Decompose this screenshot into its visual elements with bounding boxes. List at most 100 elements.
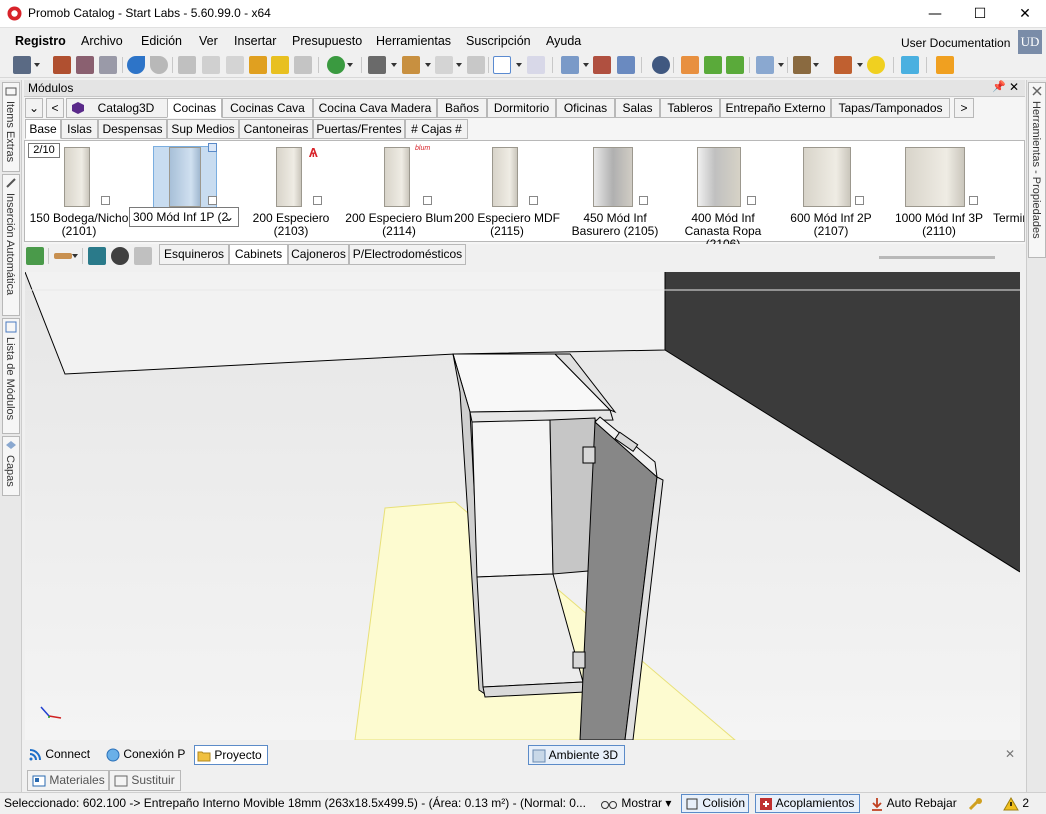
print-preview-icon[interactable] bbox=[76, 56, 94, 74]
tab-cocinas[interactable]: Cocinas bbox=[167, 98, 222, 118]
binoculars-icon[interactable] bbox=[111, 247, 129, 265]
select-cursor-icon[interactable] bbox=[493, 56, 511, 74]
hammer-icon[interactable] bbox=[249, 56, 267, 74]
menu-ayuda[interactable]: Ayuda bbox=[546, 34, 581, 48]
section-p-electrodomesticos[interactable]: P/Electrodomésticos bbox=[349, 244, 466, 265]
paste-icon[interactable] bbox=[226, 56, 244, 74]
save-icon[interactable] bbox=[13, 56, 31, 74]
shape-icon[interactable] bbox=[435, 56, 453, 74]
print-icon[interactable] bbox=[53, 56, 71, 74]
module-item-2101[interactable]: 150 Bodega/Nicho (2101) bbox=[25, 141, 133, 241]
section-cabinets[interactable]: Cabinets bbox=[229, 244, 288, 265]
minimize-button[interactable]: — bbox=[912, 0, 958, 28]
wall-icon[interactable] bbox=[402, 56, 420, 74]
copy-icon[interactable] bbox=[202, 56, 220, 74]
subtab-cajas[interactable]: # Cajas # bbox=[405, 119, 468, 139]
menu-registro[interactable]: Registro bbox=[15, 34, 66, 48]
tab-cocina-cava-madera[interactable]: Cocina Cava Madera bbox=[313, 98, 437, 118]
module-item-partial[interactable]: Termin bbox=[993, 141, 1024, 241]
module-rename-field[interactable]: 300 Mód Inf 1P (2 ⌄ bbox=[129, 207, 239, 227]
ruler-icon[interactable] bbox=[54, 253, 72, 259]
mostrar-button[interactable]: Mostrar ▾ bbox=[600, 796, 671, 810]
menu-archivo[interactable]: Archivo bbox=[81, 34, 123, 48]
undo-icon[interactable] bbox=[127, 56, 145, 74]
colision-toggle[interactable]: Colisión bbox=[681, 794, 749, 813]
section-esquineros[interactable]: Esquineros bbox=[159, 244, 229, 265]
module-item-2115[interactable]: 200 Especiero MDF (2115) bbox=[453, 141, 561, 241]
section-green-icon[interactable] bbox=[26, 247, 44, 265]
cut-icon[interactable] bbox=[178, 56, 196, 74]
tab-herramientas-propiedades[interactable]: Herramientas - Propiedades bbox=[1028, 82, 1046, 258]
sustituir-tab[interactable]: Sustituir bbox=[109, 770, 181, 791]
user-documentation-link[interactable]: User Documentation bbox=[901, 36, 1010, 50]
people-icon[interactable] bbox=[134, 247, 152, 265]
menu-ver[interactable]: Ver bbox=[199, 34, 218, 48]
tab-cocinas-cava[interactable]: Cocinas Cava bbox=[222, 98, 313, 118]
tab-oficinas[interactable]: Oficinas bbox=[556, 98, 615, 118]
arrow-left-icon[interactable] bbox=[704, 56, 722, 74]
module-item-2114[interactable]: blum 200 Especiero Blum (2114) bbox=[345, 141, 453, 241]
block-icon[interactable] bbox=[467, 56, 485, 74]
close-modules-button[interactable]: ✕ bbox=[1009, 80, 1019, 94]
module-item-2107[interactable]: 600 Mód Inf 2P (2107) bbox=[777, 141, 885, 241]
group-icon[interactable] bbox=[681, 56, 699, 74]
menu-presupuesto[interactable]: Presupuesto bbox=[292, 34, 362, 48]
warnings-indicator[interactable]: 2 bbox=[1003, 796, 1029, 811]
proyecto-tab[interactable]: Proyecto bbox=[194, 745, 268, 765]
materiales-tab[interactable]: Materiales bbox=[27, 770, 109, 791]
import-icon[interactable] bbox=[88, 247, 106, 265]
subtab-despensas[interactable]: Despensas bbox=[98, 119, 167, 139]
tab-items-extras[interactable]: Items Extras bbox=[2, 82, 20, 172]
subtab-base[interactable]: Base bbox=[25, 119, 61, 139]
tab-tableros[interactable]: Tableros bbox=[660, 98, 720, 118]
layers-icon[interactable] bbox=[561, 56, 579, 74]
menu-herramientas[interactable]: Herramientas bbox=[376, 34, 451, 48]
pin-icon[interactable]: 📌 bbox=[992, 80, 1006, 93]
chat-icon[interactable] bbox=[901, 56, 919, 74]
tab-dormitorio[interactable]: Dormitorio bbox=[487, 98, 556, 118]
auto-rebajar-button[interactable]: Auto Rebajar bbox=[870, 796, 957, 811]
wrench-icon[interactable] bbox=[968, 796, 984, 811]
tab-tapas-tamponados[interactable]: Tapas/Tamponados bbox=[831, 98, 950, 118]
tab-salas[interactable]: Salas bbox=[615, 98, 660, 118]
layout-icon[interactable] bbox=[368, 56, 386, 74]
conexion-tab[interactable]: Conexión P bbox=[106, 745, 185, 765]
catalog-nav-right-button[interactable]: > bbox=[954, 98, 974, 118]
redo-icon[interactable] bbox=[150, 56, 168, 74]
tab-entrepano-externo[interactable]: Entrepaño Externo bbox=[720, 98, 831, 118]
measure-icon[interactable] bbox=[527, 56, 545, 74]
tab-lista-de-modulos[interactable]: Lista de Módulos bbox=[2, 318, 20, 434]
arrow-right-icon[interactable] bbox=[726, 56, 744, 74]
module-item-2110[interactable]: 1000 Mód Inf 3P (2110) bbox=[885, 141, 993, 241]
module-item-2106[interactable]: 400 Mód Inf Canasta Ropa (2106) bbox=[669, 141, 777, 251]
module-item-2102[interactable]: 300 Mód Inf 1P (2 ⌄ bbox=[129, 141, 239, 241]
acoplamientos-toggle[interactable]: Acoplamientos bbox=[755, 794, 860, 813]
subtab-islas[interactable]: Islas bbox=[61, 119, 98, 139]
ambiente-3d-tab[interactable]: Ambiente 3D bbox=[528, 745, 625, 765]
module-item-2103[interactable]: Ѧ 200 Especiero (2103) bbox=[237, 141, 345, 241]
window-icon[interactable] bbox=[756, 56, 774, 74]
close-viewport-button[interactable]: ✕ bbox=[1005, 747, 1015, 761]
light-icon[interactable] bbox=[867, 56, 885, 74]
brush-icon[interactable] bbox=[271, 56, 289, 74]
printer-icon[interactable] bbox=[99, 56, 117, 74]
module-item-2105[interactable]: 450 Mód Inf Basurero (2105) bbox=[561, 141, 669, 241]
catalog-nav-left-button[interactable]: < bbox=[46, 98, 64, 118]
section-cajoneros[interactable]: Cajoneros bbox=[288, 244, 349, 265]
box-icon[interactable] bbox=[793, 56, 811, 74]
tab-banos[interactable]: Baños bbox=[437, 98, 487, 118]
view-3d-icon[interactable] bbox=[617, 56, 635, 74]
connect-tab[interactable]: Connect bbox=[28, 745, 90, 765]
maximize-button[interactable]: ☐ bbox=[957, 0, 1003, 28]
menu-insertar[interactable]: Insertar bbox=[234, 34, 276, 48]
user-icon[interactable] bbox=[936, 56, 954, 74]
subtab-cantoneiras[interactable]: Cantoneiras bbox=[239, 119, 313, 139]
budget-icon[interactable] bbox=[327, 56, 345, 74]
tab-insercion-automatica[interactable]: Inserción Automática bbox=[2, 174, 20, 316]
tab-capas[interactable]: Capas bbox=[2, 436, 20, 496]
close-window-button[interactable]: ✕ bbox=[1002, 0, 1046, 28]
dimensions-icon[interactable] bbox=[593, 56, 611, 74]
menu-suscripcion[interactable]: Suscripción bbox=[466, 34, 531, 48]
scroll-indicator[interactable] bbox=[879, 256, 995, 259]
viewport-3d[interactable] bbox=[25, 272, 1020, 740]
